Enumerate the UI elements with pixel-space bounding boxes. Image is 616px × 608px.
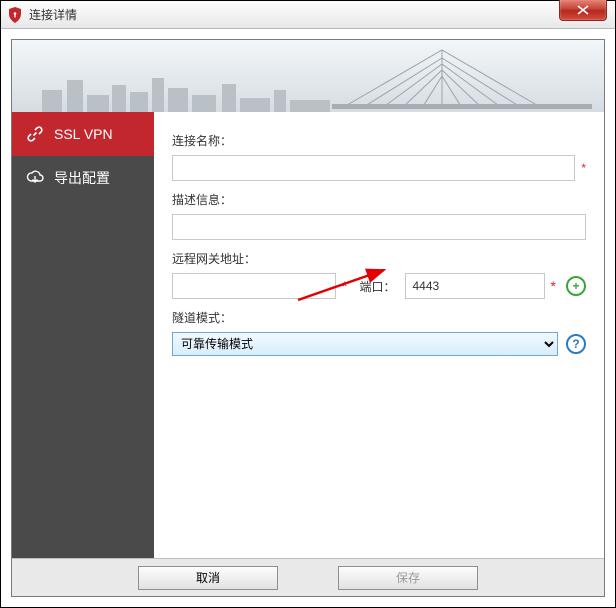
add-gateway-button[interactable]: + (566, 276, 586, 296)
cancel-button[interactable]: 取消 (138, 566, 278, 590)
footer: 取消 保存 (12, 558, 604, 596)
help-button[interactable]: ? (566, 334, 586, 354)
window-title: 连接详情 (29, 6, 77, 23)
description-label: 描述信息： (172, 191, 586, 208)
required-mark: * (551, 278, 556, 294)
plus-icon: + (572, 279, 579, 293)
sidebar-item-sslvpn[interactable]: SSL VPN (12, 112, 154, 156)
required-mark: * (342, 278, 347, 294)
link-icon (26, 125, 44, 143)
window: 连接详情 (0, 0, 616, 608)
inner-frame: SSL VPN 导出配置 连接名称： * (11, 39, 605, 597)
question-icon: ? (572, 337, 579, 351)
main-area: SSL VPN 导出配置 连接名称： * (12, 112, 604, 558)
gateway-input[interactable] (172, 273, 336, 299)
banner-image (12, 40, 604, 112)
sidebar: SSL VPN 导出配置 (12, 112, 154, 558)
close-button[interactable] (559, 0, 607, 21)
sidebar-item-export[interactable]: 导出配置 (12, 156, 154, 200)
connection-name-input[interactable] (172, 155, 575, 181)
port-input[interactable] (405, 273, 544, 299)
save-button[interactable]: 保存 (338, 566, 478, 590)
app-shield-icon (7, 7, 23, 23)
tunnel-mode-select[interactable]: 可靠传输模式 (172, 332, 558, 356)
titlebar: 连接详情 (1, 1, 615, 29)
required-mark: * (581, 161, 586, 175)
gateway-label: 远程网关地址： (172, 250, 586, 267)
tunnel-label: 隧道模式： (172, 309, 586, 326)
description-input[interactable] (172, 214, 586, 240)
port-label: 端口： (359, 278, 395, 295)
sidebar-item-label: 导出配置 (54, 168, 110, 188)
body: SSL VPN 导出配置 连接名称： * (1, 29, 615, 607)
form-panel: 连接名称： * 描述信息： 远程网关地址： * (154, 112, 604, 558)
cloud-download-icon (26, 169, 44, 187)
connection-name-label: 连接名称： (172, 132, 586, 149)
sidebar-item-label: SSL VPN (54, 126, 113, 142)
